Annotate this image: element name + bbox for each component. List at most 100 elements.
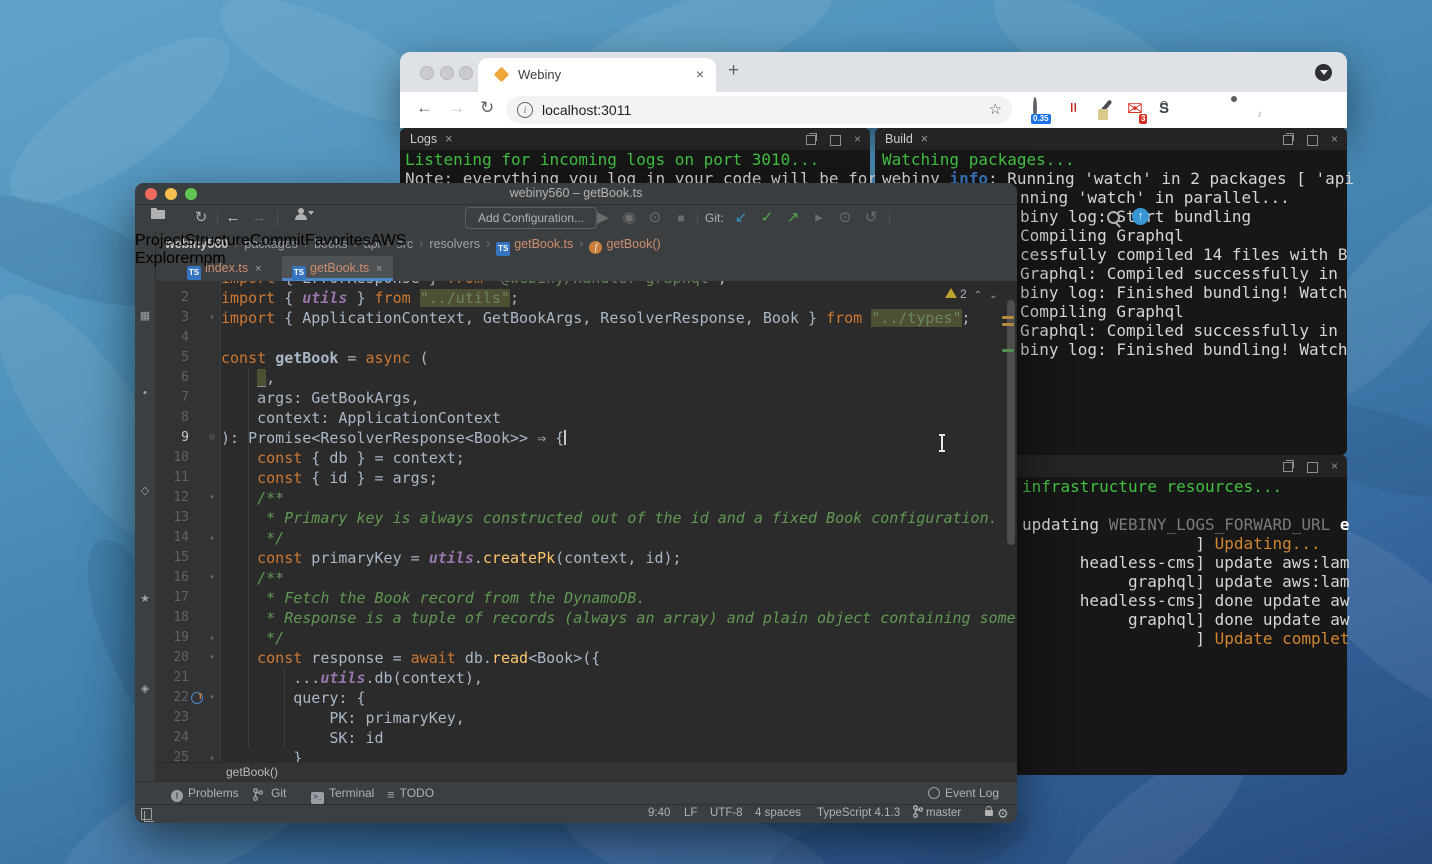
close-icon[interactable]: ×	[1331, 460, 1338, 472]
fold-icon[interactable]: ▾	[205, 308, 219, 328]
inspection-widget[interactable]: 2⌃⌄	[945, 287, 997, 301]
code-line-23[interactable]: 23 PK: primaryKey,	[155, 708, 1017, 728]
adblock-extension-icon[interactable]	[1063, 99, 1085, 121]
bookmark-star-icon[interactable]: ☆	[989, 100, 1002, 118]
build-tab-close-icon[interactable]: ×	[921, 132, 928, 146]
restore-icon[interactable]	[806, 135, 816, 145]
code-line-5[interactable]: 5const getBook = async (	[155, 348, 1017, 368]
code-line-15[interactable]: 15 const primaryKey = utils.createPk(con…	[155, 548, 1017, 568]
breadcrumb-item-getbookts[interactable]: TSgetBook.ts	[496, 237, 573, 251]
forward-icon[interactable]: →	[448, 98, 465, 118]
change-marker[interactable]	[1002, 349, 1014, 352]
fold-icon[interactable]: ▾	[205, 488, 219, 508]
fold-icon[interactable]: ▾	[205, 648, 219, 668]
stripe-item-project[interactable]: Project	[135, 232, 185, 249]
shield-extension-icon[interactable]	[1191, 99, 1213, 121]
code-line-22[interactable]: 22▾↑ query: {	[155, 688, 1017, 708]
git-cherry-icon[interactable]: ▸	[809, 208, 829, 228]
code-line-19[interactable]: 19▴ */	[155, 628, 1017, 648]
fold-icon[interactable]: ▴	[205, 628, 219, 648]
run-icon[interactable]: ▶	[593, 208, 613, 228]
code-line-18[interactable]: 18 * Response is a tuple of records (alw…	[155, 608, 1017, 628]
code-line-10[interactable]: 10 const { db } = context;	[155, 448, 1017, 468]
toolwindow-todo[interactable]: ≡TODO	[387, 782, 434, 805]
logs-terminal-titlebar[interactable]: Logs× ×	[400, 128, 870, 150]
code-line-6[interactable]: 6 _,	[155, 368, 1017, 388]
fold-icon[interactable]: ▴	[205, 748, 219, 762]
stripe-item-commit[interactable]: Commit	[250, 232, 305, 249]
warning-marker[interactable]	[1002, 316, 1014, 319]
search-everywhere-icon[interactable]	[1107, 211, 1120, 224]
new-tab-button[interactable]: +	[728, 60, 739, 82]
code-line-3[interactable]: 3▾import { ApplicationContext, GetBookAr…	[155, 308, 1017, 328]
site-info-icon[interactable]: i	[517, 102, 533, 118]
git-update-icon[interactable]: ↙	[731, 208, 751, 228]
code-line-7[interactable]: 7 args: GetBookArgs,	[155, 388, 1017, 408]
stop-icon[interactable]: ■	[671, 208, 691, 228]
editor-scrollbar[interactable]	[1007, 300, 1015, 545]
indent-indicator[interactable]: 4 spaces	[755, 805, 801, 822]
close-icon[interactable]: ×	[1331, 133, 1338, 145]
timer-extension-icon[interactable]: 0.35	[1031, 99, 1053, 121]
code-line-4[interactable]: 4	[155, 328, 1017, 348]
line-ending-indicator[interactable]: LF	[684, 805, 697, 822]
fold-icon[interactable]: ⊖	[205, 428, 219, 448]
toolwindow-problems[interactable]: !Problems	[171, 782, 239, 805]
code-line-21[interactable]: 21 ...utils.db(context),	[155, 668, 1017, 688]
language-version[interactable]: TypeScript 4.1.3	[817, 805, 900, 822]
encoding-indicator[interactable]: UTF-8	[710, 805, 743, 822]
git-commit-icon[interactable]: ✓	[757, 208, 777, 228]
caret-position[interactable]: 9:40	[648, 805, 670, 822]
fold-icon[interactable]: ▾	[205, 568, 219, 588]
code-line-14[interactable]: 14▴ */	[155, 528, 1017, 548]
avatar-icon[interactable]	[1287, 99, 1309, 121]
maximize-icon[interactable]	[1307, 462, 1318, 473]
write-access-lock-icon[interactable]	[971, 805, 993, 822]
profile-icon[interactable]: ⊙	[645, 208, 665, 228]
tab-close-icon[interactable]: ×	[255, 263, 261, 275]
restore-icon[interactable]	[1283, 462, 1293, 472]
restore-icon[interactable]	[1283, 135, 1293, 145]
browser-close-button[interactable]	[420, 66, 434, 80]
fold-icon[interactable]: ▴	[205, 528, 219, 548]
toolwindow-switcher-icon[interactable]	[141, 808, 152, 820]
editor-context-bar[interactable]: getBook()	[155, 762, 1017, 782]
tab-close-icon[interactable]: ×	[376, 263, 382, 275]
warning-marker[interactable]	[1002, 323, 1014, 326]
puzzle-extension-icon[interactable]	[1223, 99, 1245, 121]
code-line-12[interactable]: 12▾ /**	[155, 488, 1017, 508]
stripe-item-favorites[interactable]: Favorites	[305, 232, 371, 249]
breadcrumb-item-getbook[interactable]: fgetBook()	[589, 237, 660, 251]
debug-icon[interactable]: ◉	[619, 208, 639, 228]
git-branch-widget[interactable]: master	[913, 805, 961, 822]
code-line-20[interactable]: 20▾ const response = await db.read<Book>…	[155, 648, 1017, 668]
git-history-icon[interactable]: ⊙	[835, 208, 855, 228]
code-editor[interactable]: 1import { ErrorResponse } from "@webiny/…	[155, 281, 1017, 762]
fold-icon[interactable]: ▾	[205, 688, 219, 708]
code-line-24[interactable]: 24 SK: id	[155, 728, 1017, 748]
next-warning-icon[interactable]: ⌄	[989, 290, 997, 301]
reload-icon[interactable]: ↻	[480, 98, 494, 118]
logs-tab[interactable]: Logs×	[410, 132, 452, 146]
build-tab[interactable]: Build×	[885, 132, 928, 146]
address-bar[interactable]: i localhost:3011 ☆	[506, 96, 1012, 124]
code-line-9[interactable]: 9⊖): Promise<ResolverResponse<Book>> ⇒ {	[155, 428, 1017, 448]
toolwindow-event-log[interactable]: Event Log	[928, 782, 999, 805]
prev-warning-icon[interactable]: ⌃	[974, 290, 982, 301]
code-line-11[interactable]: 11 const { id } = args;	[155, 468, 1017, 488]
breadcrumb-item-resolvers[interactable]: resolvers	[429, 237, 480, 251]
ide-update-icon[interactable]: ↑	[1132, 208, 1149, 225]
code-line-2[interactable]: 2import { utils } from "../utils";	[155, 288, 1017, 308]
add-configuration-button[interactable]: Add Configuration...	[465, 207, 597, 229]
navigate-back-icon[interactable]: ←	[223, 208, 243, 228]
toolwindow-git[interactable]: Git	[253, 782, 286, 805]
profile-chevron-icon[interactable]	[1315, 64, 1332, 81]
navigate-forward-icon[interactable]: →	[249, 208, 269, 228]
code-line-17[interactable]: 17 * Fetch the Book record from the Dyna…	[155, 588, 1017, 608]
maximize-icon[interactable]	[830, 135, 841, 146]
sync-icon[interactable]: ↻	[191, 208, 211, 228]
session-search-extension-icon[interactable]: S	[1159, 99, 1181, 121]
build-terminal-titlebar[interactable]: Build× ×	[875, 128, 1347, 150]
code-line-8[interactable]: 8 context: ApplicationContext	[155, 408, 1017, 428]
code-line-25[interactable]: 25▴ }	[155, 748, 1017, 762]
